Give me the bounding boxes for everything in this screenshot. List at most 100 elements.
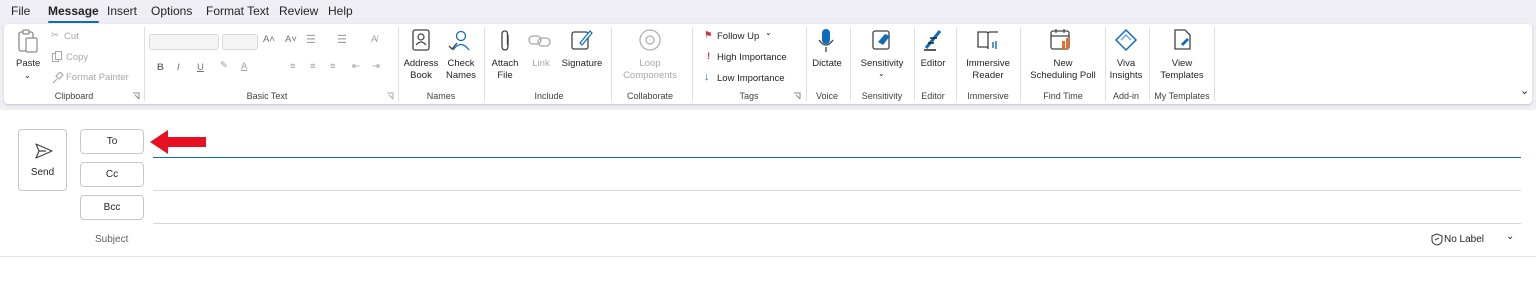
exclamation-icon: ! — [707, 51, 711, 62]
sensitivity-icon — [872, 30, 890, 50]
format-painter-label: Format Painter — [66, 72, 129, 83]
immersive-label-1: Immersive — [966, 58, 1010, 69]
attach-label-1: Attach — [491, 58, 519, 69]
ribbon-divider — [956, 27, 957, 101]
to-button[interactable]: To — [80, 129, 144, 154]
viva-insights-icon — [1114, 28, 1138, 52]
tab-message[interactable]: Message — [48, 4, 99, 23]
sensitivity-group-label: Sensitivity — [861, 91, 903, 101]
align-center-icon[interactable]: ≡ — [310, 61, 316, 72]
voice-group-label: Voice — [815, 91, 839, 101]
font-name-dropdown[interactable] — [149, 34, 219, 50]
viva-label-2: Insights — [1109, 70, 1143, 81]
send-button[interactable]: Send — [18, 129, 67, 191]
addin-group-label: Add-in — [1112, 91, 1139, 101]
templates-icon — [1174, 29, 1191, 50]
align-left-icon[interactable]: ≡ — [290, 61, 296, 72]
numbering-icon[interactable]: ☰ — [337, 33, 347, 46]
poll-label-1: New — [1053, 58, 1073, 69]
link-icon — [528, 35, 551, 47]
increase-indent-icon[interactable]: ⇥ — [372, 61, 380, 72]
signature-label: Signature — [561, 58, 603, 69]
to-input[interactable] — [153, 157, 1521, 158]
check-names-label-2: Names — [445, 70, 477, 81]
ribbon-divider — [1149, 27, 1150, 101]
loop-label-1: Loop — [639, 58, 661, 69]
link-label: Link — [532, 58, 550, 69]
menu-bar: File Message Insert Options Format Text … — [0, 0, 1536, 24]
tags-group-label: Tags — [739, 91, 759, 101]
tab-file[interactable]: File — [11, 4, 30, 18]
ribbon-divider — [398, 27, 399, 101]
shield-icon — [1431, 233, 1443, 246]
immersive-label-2: Reader — [972, 70, 1004, 81]
flag-icon: ⚑ — [704, 30, 713, 41]
editor-icon — [924, 30, 942, 51]
templates-label-2: Templates — [1160, 70, 1204, 81]
dialog-launcher-icon[interactable] — [386, 92, 394, 100]
decrease-indent-icon[interactable]: ⇤ — [352, 61, 360, 72]
cut-label: Cut — [64, 31, 79, 42]
expand-ribbon-chevron-icon[interactable]: ⌄ — [1520, 84, 1529, 97]
italic-icon[interactable]: I — [177, 62, 180, 73]
tab-review[interactable]: Review — [279, 4, 318, 18]
ribbon-divider — [484, 27, 485, 101]
subject-divider — [0, 256, 1536, 257]
down-arrow-icon: ↓ — [704, 71, 710, 83]
chevron-down-icon: ⌄ — [24, 71, 31, 80]
templates-group-label: My Templates — [1154, 91, 1210, 101]
dictate-label: Dictate — [812, 58, 842, 69]
chevron-down-icon: ⌄ — [765, 28, 772, 37]
align-right-icon[interactable]: ≡ — [330, 61, 336, 72]
templates-label-1: View — [1171, 58, 1193, 69]
send-icon — [35, 143, 53, 159]
ribbon-divider — [1020, 27, 1021, 101]
cc-button[interactable]: Cc — [80, 162, 144, 187]
font-color-icon[interactable]: A — [241, 61, 247, 72]
include-group-label: Include — [534, 91, 564, 101]
high-importance-label: High Importance — [717, 52, 787, 63]
address-book-label-2: Book — [410, 70, 432, 81]
grow-font-icon[interactable]: A˄ — [263, 34, 275, 45]
loop-icon — [639, 29, 661, 51]
ribbon: Paste ⌄ ✂ Cut Copy Format Painter Clipbo… — [4, 24, 1532, 104]
ribbon-divider — [806, 27, 807, 101]
follow-up-label: Follow Up — [717, 31, 760, 42]
subject-input[interactable] — [140, 228, 1430, 254]
names-group-label: Names — [426, 91, 456, 101]
paperclip-icon — [501, 30, 509, 51]
bcc-input[interactable] — [153, 223, 1521, 224]
viva-label-1: Viva — [1116, 58, 1136, 69]
font-size-dropdown[interactable] — [222, 34, 258, 50]
address-book-label-1: Address — [403, 58, 439, 69]
clipboard-group-label: Clipboard — [54, 91, 94, 101]
bullets-icon[interactable]: ☰ — [306, 33, 316, 46]
bold-icon[interactable]: B — [157, 62, 164, 73]
attach-label-2: File — [497, 70, 513, 81]
copy-label: Copy — [66, 52, 89, 63]
send-label: Send — [30, 167, 55, 178]
dialog-launcher-icon[interactable] — [793, 92, 801, 100]
ribbon-divider — [144, 27, 145, 101]
check-names-icon — [448, 30, 470, 51]
paste-label: Paste — [16, 58, 41, 69]
highlight-icon[interactable]: ✎ — [220, 60, 228, 71]
collaborate-group-label: Collaborate — [626, 91, 674, 101]
shrink-font-icon[interactable]: A˅ — [285, 34, 297, 45]
ribbon-divider — [1214, 27, 1215, 101]
basic-text-group-label: Basic Text — [246, 91, 288, 101]
paste-icon — [18, 29, 38, 53]
copy-icon — [52, 51, 62, 62]
cc-input[interactable] — [153, 190, 1521, 191]
check-names-label-1: Check — [447, 58, 475, 69]
tab-insert[interactable]: Insert — [107, 4, 137, 18]
dialog-launcher-icon[interactable] — [132, 92, 140, 100]
bcc-button[interactable]: Bcc — [80, 195, 144, 220]
underline-icon[interactable]: U — [197, 62, 204, 73]
clear-formatting-icon[interactable]: A̸ — [371, 34, 377, 45]
editor-group-label: Editor — [921, 91, 945, 101]
tab-options[interactable]: Options — [151, 4, 192, 18]
tab-format-text[interactable]: Format Text — [206, 4, 269, 18]
chevron-down-icon: ⌄ — [878, 69, 885, 78]
tab-help[interactable]: Help — [328, 4, 353, 18]
